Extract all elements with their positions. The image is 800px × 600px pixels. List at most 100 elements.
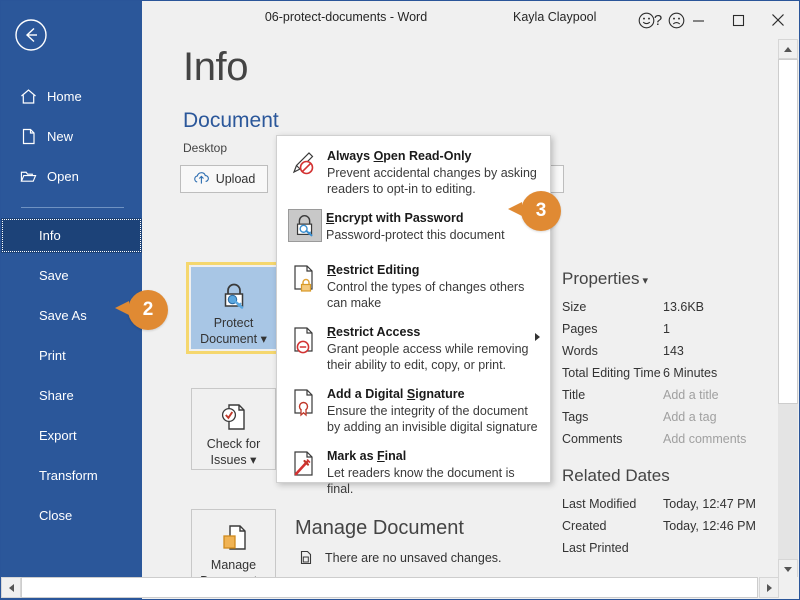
property-value: 1 bbox=[663, 322, 670, 336]
menu-item-mark-as-final[interactable]: Mark as Final Let readers know the docum… bbox=[277, 441, 550, 503]
menu-item-description: Ensure the integrity of the document by … bbox=[327, 403, 542, 435]
property-value[interactable]: Add a title bbox=[663, 388, 719, 402]
property-key: Words bbox=[562, 344, 663, 358]
date-row: Last Modified Today, 12:47 PM bbox=[562, 493, 777, 515]
sidebar-item-label: Open bbox=[47, 169, 79, 184]
menu-item-title: Restrict Access bbox=[327, 325, 420, 339]
page-deny-icon bbox=[287, 323, 323, 357]
sidebar-item-new[interactable]: New bbox=[1, 119, 142, 154]
date-row: Created Today, 12:46 PM bbox=[562, 515, 777, 537]
callout-step-2: 2 bbox=[128, 290, 168, 330]
date-value: Today, 12:46 PM bbox=[663, 519, 756, 533]
check-page-icon bbox=[218, 399, 250, 435]
menu-item-title: Add a Digital Signature bbox=[327, 387, 465, 401]
sidebar-item-label: Info bbox=[39, 228, 61, 243]
manage-doc-icon bbox=[218, 520, 250, 556]
property-value: 13.6KB bbox=[663, 300, 704, 314]
property-row: Total Editing Time 6 Minutes bbox=[562, 362, 777, 384]
sidebar-item-label: New bbox=[47, 129, 73, 144]
sidebar-item-export[interactable]: Export bbox=[1, 418, 142, 453]
property-key: Title bbox=[562, 388, 663, 402]
page-padlock-icon bbox=[287, 261, 323, 295]
sidebar-item-print[interactable]: Print bbox=[1, 338, 142, 373]
properties-panel: Properties ▾ Size 13.6KB Pages 1 Words 1… bbox=[562, 269, 777, 559]
lock-key-icon bbox=[288, 209, 322, 242]
menu-item-description: Let readers know the document is final. bbox=[327, 465, 542, 497]
sidebar-item-label: Share bbox=[39, 388, 74, 403]
scroll-right-button[interactable] bbox=[759, 577, 779, 598]
related-dates-title: Related Dates bbox=[562, 466, 777, 486]
sidebar-item-close[interactable]: Close bbox=[1, 498, 142, 533]
close-button[interactable] bbox=[759, 5, 797, 35]
properties-title[interactable]: Properties ▾ bbox=[562, 269, 777, 289]
submenu-arrow-icon bbox=[535, 333, 540, 341]
sidebar-item-share[interactable]: Share bbox=[1, 378, 142, 413]
sidebar-item-label: Save bbox=[39, 268, 69, 283]
menu-item-add-digital-signature[interactable]: Add a Digital Signature Ensure the integ… bbox=[277, 379, 550, 441]
scroll-up-button[interactable] bbox=[778, 39, 798, 59]
property-value[interactable]: Add a tag bbox=[663, 410, 717, 424]
sidebar-item-label: Close bbox=[39, 508, 72, 523]
menu-item-restrict-editing[interactable]: Restrict Editing Control the types of ch… bbox=[277, 255, 550, 317]
property-value: 143 bbox=[663, 344, 684, 358]
menu-item-description: Control the types of changes others can … bbox=[327, 279, 542, 311]
back-arrow-icon[interactable] bbox=[11, 15, 51, 55]
tile-label-line1: Protect bbox=[214, 316, 254, 332]
sidebar-item-label: Home bbox=[47, 89, 82, 104]
sidebar-divider bbox=[21, 207, 124, 208]
manage-document-heading: Manage Document bbox=[295, 517, 464, 540]
scroll-left-button[interactable] bbox=[1, 577, 21, 598]
vertical-scrollbar[interactable] bbox=[778, 39, 798, 579]
versions-icon bbox=[297, 549, 315, 567]
menu-item-description: Password-protect this document bbox=[326, 227, 542, 243]
help-button[interactable]: ? bbox=[639, 5, 677, 35]
property-value: 6 Minutes bbox=[663, 366, 717, 380]
property-value[interactable]: Add comments bbox=[663, 432, 746, 446]
document-section-heading: Document bbox=[183, 109, 279, 133]
maximize-button[interactable] bbox=[719, 5, 757, 35]
sidebar-item-label: Transform bbox=[39, 468, 98, 483]
sidebar-item-transform[interactable]: Transform bbox=[1, 458, 142, 493]
account-name[interactable]: Kayla Claypool bbox=[513, 10, 596, 24]
vertical-scrollbar-thumb[interactable] bbox=[778, 59, 798, 404]
menu-item-description: Prevent accidental changes by asking rea… bbox=[327, 165, 542, 197]
chevron-down-icon: ▾ bbox=[250, 453, 256, 467]
property-row: Comments Add comments bbox=[562, 428, 777, 450]
menu-item-title: Always Open Read-Only bbox=[327, 149, 472, 163]
caret-up-icon bbox=[784, 47, 792, 52]
pencil-blocked-icon bbox=[287, 147, 323, 181]
property-row: Pages 1 bbox=[562, 318, 777, 340]
property-key: Size bbox=[562, 300, 663, 314]
property-row: Size 13.6KB bbox=[562, 296, 777, 318]
document-path: Desktop bbox=[183, 141, 227, 155]
caret-left-icon bbox=[9, 584, 14, 592]
menu-item-always-open-read-only[interactable]: Always Open Read-Only Prevent accidental… bbox=[277, 141, 550, 203]
property-key: Tags bbox=[562, 410, 663, 424]
document-title: 06-protect-documents - Word bbox=[181, 10, 511, 24]
sidebar-item-save[interactable]: Save bbox=[1, 258, 142, 293]
property-row: Title Add a title bbox=[562, 384, 777, 406]
scroll-down-button[interactable] bbox=[778, 559, 798, 579]
date-key: Created bbox=[562, 519, 663, 533]
page-title: Info bbox=[183, 45, 248, 90]
date-key: Last Modified bbox=[562, 497, 663, 511]
chevron-down-icon: ▾ bbox=[639, 275, 648, 287]
menu-item-title: Restrict Editing bbox=[327, 263, 419, 277]
horizontal-scrollbar[interactable] bbox=[1, 577, 799, 598]
protect-document-tile[interactable]: Protect Document ▾ bbox=[191, 267, 276, 349]
upload-button[interactable]: Upload bbox=[180, 165, 268, 193]
menu-item-restrict-access[interactable]: Restrict Access Grant people access whil… bbox=[277, 317, 550, 379]
check-for-issues-tile[interactable]: Check for Issues ▾ bbox=[191, 388, 276, 470]
sidebar-item-open[interactable]: Open bbox=[1, 159, 142, 194]
sidebar-item-home[interactable]: Home bbox=[1, 79, 142, 114]
vertical-scrollbar-track[interactable] bbox=[778, 404, 798, 559]
horizontal-scrollbar-thumb[interactable] bbox=[21, 577, 758, 598]
minimize-button[interactable] bbox=[679, 5, 717, 35]
chevron-down-icon: ▾ bbox=[261, 332, 267, 346]
manage-document-status: There are no unsaved changes. bbox=[325, 551, 502, 565]
manage-document-tile[interactable]: Manage Document ▾ bbox=[191, 509, 276, 579]
upload-button-label: Upload bbox=[216, 172, 256, 186]
sidebar-item-info[interactable]: Info bbox=[1, 218, 142, 253]
tile-label-line1: Check for bbox=[207, 437, 261, 453]
property-key: Comments bbox=[562, 432, 663, 446]
